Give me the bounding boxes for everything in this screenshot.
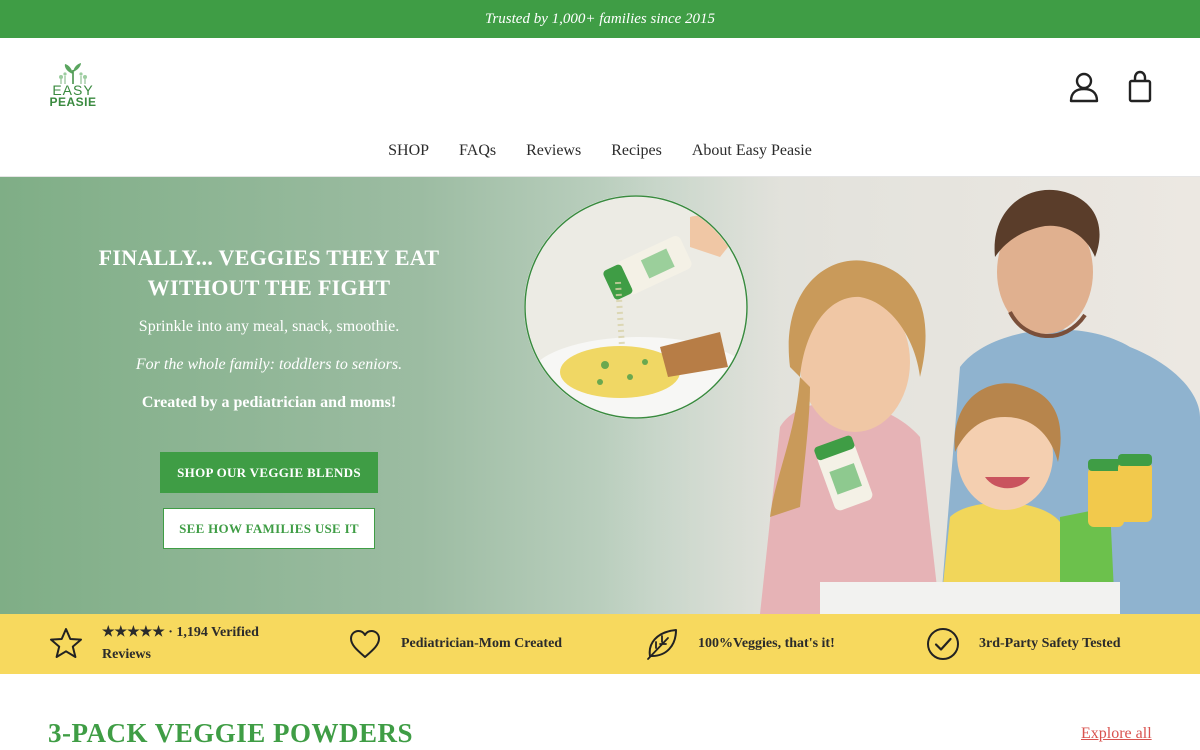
hero-title: FINALLY... VEGGIES THEY EAT WITHOUT THE … [98, 245, 440, 300]
section-title: 3-PACK VEGGIE POWDERS [48, 718, 414, 748]
nav-faqs[interactable]: FAQs [459, 142, 496, 160]
hero-creators: Created by a pediatrician and moms! [141, 394, 397, 411]
hero-banner: FINALLY... VEGGIES THEY EAT WITHOUT THE … [0, 177, 1200, 614]
nav-reviews[interactable]: Reviews [526, 142, 581, 160]
trust-text-pediatrician: Pediatrician-Mom Created [401, 636, 563, 651]
star-icon [50, 628, 82, 658]
trust-text-safety: 3rd-Party Safety Tested [979, 636, 1121, 651]
account-icon[interactable] [1067, 70, 1101, 104]
check-circle-icon [927, 628, 959, 660]
logo[interactable]: EASY PEASIE [48, 62, 98, 114]
announcement-text: Trusted by 1,000+ families since 2015 [484, 10, 716, 27]
cart-icon[interactable] [1123, 70, 1157, 104]
leaf-icon [647, 629, 677, 660]
nav-about[interactable]: About Easy Peasie [692, 142, 812, 160]
trust-text-reviews: ★★★★★ · 1,194 Verified Reviews [102, 625, 259, 662]
trust-item-pediatrician: Pediatrician-Mom Created [347, 614, 562, 674]
logo-text-line2: PEASIE [49, 95, 97, 109]
announcement-bar: Trusted by 1,000+ families since 2015 [0, 0, 1200, 38]
nav-shop[interactable]: SHOP [388, 142, 429, 160]
see-how-families-button[interactable]: SEE HOW FAMILIES USE IT [163, 508, 375, 549]
nav-recipes[interactable]: Recipes [611, 142, 662, 160]
logo-sprout-icon [59, 63, 87, 84]
shop-veggie-blends-button[interactable]: SHOP OUR VEGGIE BLENDS [160, 452, 378, 493]
trust-item-safety: 3rd-Party Safety Tested [925, 614, 1121, 674]
main-nav: SHOP FAQs Reviews Recipes About Easy Pea… [0, 142, 1200, 160]
hero-copy: FINALLY... VEGGIES THEY EAT WITHOUT THE … [60, 243, 478, 412]
site-header: EASY PEASIE SHOP FAQs Reviews Recipes Ab… [0, 38, 1200, 177]
hero-subtitle: Sprinkle into any meal, snack, smoothie. [138, 318, 400, 335]
explore-all-link[interactable]: Explore all [1081, 725, 1152, 743]
trust-item-reviews: ★★★★★ · 1,194 Verified Reviews [48, 614, 282, 674]
trust-bar: ★★★★★ · 1,194 Verified Reviews Pediatric… [0, 614, 1200, 674]
trust-text-veggies: 100%Veggies, that's it! [698, 636, 835, 651]
hero-audience: For the whole family: toddlers to senior… [135, 356, 403, 373]
heart-icon [350, 630, 380, 658]
trust-item-veggies: 100%Veggies, that's it! [644, 614, 835, 674]
